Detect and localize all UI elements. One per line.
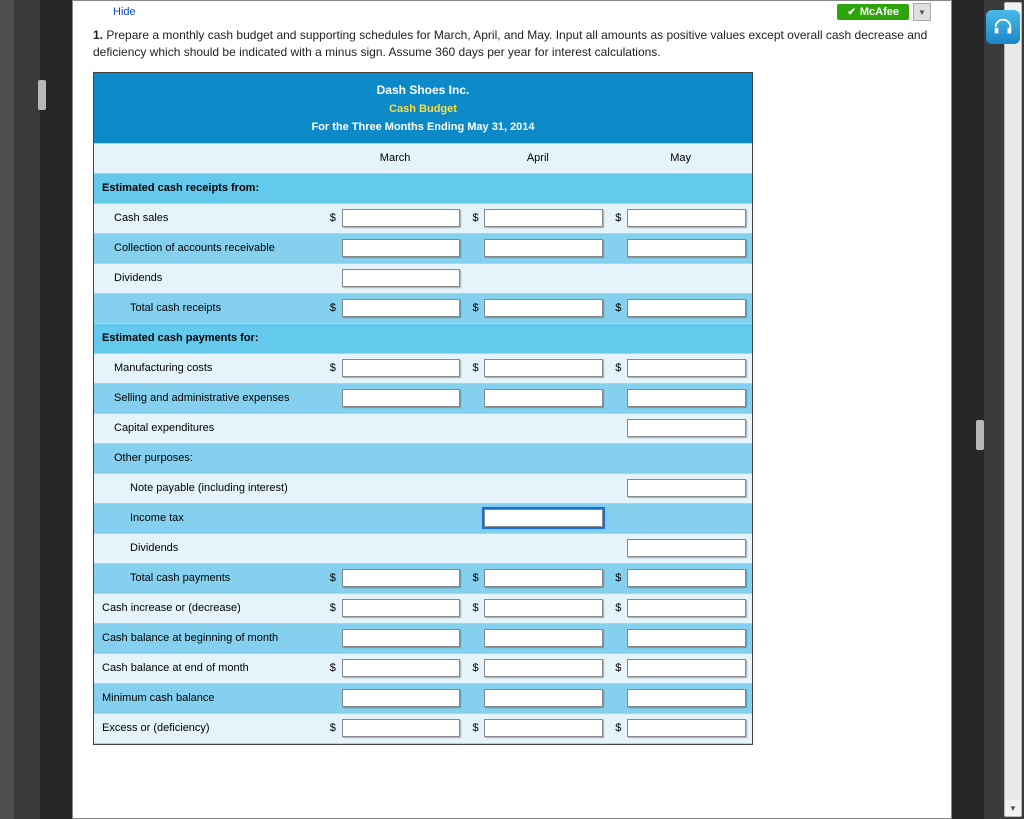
row-collection-ar: Collection of accounts receivable (94, 233, 324, 263)
cash-sales-march-input[interactable] (342, 209, 461, 227)
mfg-may-input[interactable] (627, 359, 746, 377)
begin-april-input[interactable] (484, 629, 603, 647)
row-capex: Capital expenditures (94, 413, 609, 443)
min-may-input[interactable] (627, 689, 746, 707)
row-other-purposes: Other purposes: (94, 443, 752, 473)
end-may-input[interactable] (627, 659, 746, 677)
reader-right-gutter: ▲ ▼ (984, 0, 1024, 819)
incr-may-input[interactable] (627, 599, 746, 617)
row-dividends-in: Dividends (94, 263, 324, 293)
row-mfg-costs: Manufacturing costs (94, 353, 324, 383)
ar-march-input[interactable] (342, 239, 461, 257)
reader-left-handle[interactable] (0, 0, 14, 819)
month-header-march: March (324, 143, 467, 173)
cash-sales-april-input[interactable] (484, 209, 603, 227)
capex-may-input[interactable] (627, 419, 746, 437)
month-header-april: April (466, 143, 609, 173)
section-receipts: Estimated cash receipts from: (94, 173, 752, 203)
min-april-input[interactable] (484, 689, 603, 707)
hide-link[interactable]: Hide (93, 6, 136, 18)
tax-april-input[interactable] (484, 509, 603, 527)
row-sell-admin: Selling and administrative expenses (94, 383, 324, 413)
begin-may-input[interactable] (627, 629, 746, 647)
total-pay-may-input[interactable] (627, 569, 746, 587)
problem-number: 1. (93, 28, 103, 42)
mcafee-dropdown[interactable]: ▼ (913, 3, 931, 21)
cash-sales-may-input[interactable] (627, 209, 746, 227)
scroll-down-arrow-icon[interactable]: ▼ (1005, 800, 1021, 816)
mcafee-label: McAfee (860, 6, 899, 18)
excess-march-input[interactable] (342, 719, 461, 737)
total-pay-march-input[interactable] (342, 569, 461, 587)
document-page: Hide ✔ McAfee ▼ 1. Prepare a monthly cas… (72, 0, 952, 819)
row-note-payable: Note payable (including interest) (94, 473, 609, 503)
shield-icon: ✔ (847, 7, 855, 18)
row-income-tax: Income tax (94, 503, 466, 533)
incr-april-input[interactable] (484, 599, 603, 617)
row-dividends-out: Dividends (94, 533, 609, 563)
problem-text: Prepare a monthly cash budget and suppor… (93, 28, 927, 59)
total-receipts-april-input[interactable] (484, 299, 603, 317)
support-button[interactable] (986, 10, 1020, 44)
mcafee-badge[interactable]: ✔ McAfee (837, 4, 909, 20)
row-cash-sales: Cash sales (94, 203, 324, 233)
report-period: For the Three Months Ending May 31, 2014 (94, 121, 752, 143)
vertical-scrollbar[interactable]: ▲ ▼ (1004, 2, 1022, 817)
headset-icon (992, 16, 1014, 38)
row-bal-end: Cash balance at end of month (94, 653, 324, 683)
sa-april-input[interactable] (484, 389, 603, 407)
row-total-receipts: Total cash receipts (94, 293, 324, 323)
note-may-input[interactable] (627, 479, 746, 497)
ar-may-input[interactable] (627, 239, 746, 257)
incr-march-input[interactable] (342, 599, 461, 617)
end-march-input[interactable] (342, 659, 461, 677)
sa-may-input[interactable] (627, 389, 746, 407)
row-total-payments: Total cash payments (94, 563, 324, 593)
min-march-input[interactable] (342, 689, 461, 707)
page-scroll-tab-right[interactable] (976, 420, 984, 450)
ar-april-input[interactable] (484, 239, 603, 257)
end-april-input[interactable] (484, 659, 603, 677)
excess-may-input[interactable] (627, 719, 746, 737)
mfg-march-input[interactable] (342, 359, 461, 377)
page-scroll-tab-left[interactable] (38, 80, 46, 110)
total-pay-april-input[interactable] (484, 569, 603, 587)
report-title: Cash Budget (94, 103, 752, 121)
row-min-bal: Minimum cash balance (94, 683, 324, 713)
currency-symbol: $ (330, 212, 340, 224)
month-header-may: May (609, 143, 752, 173)
mfg-april-input[interactable] (484, 359, 603, 377)
begin-march-input[interactable] (342, 629, 461, 647)
row-excess: Excess or (deficiency) (94, 713, 324, 743)
div-in-march-input[interactable] (342, 269, 461, 287)
company-name: Dash Shoes Inc. (94, 73, 752, 103)
total-receipts-march-input[interactable] (342, 299, 461, 317)
reader-left-gutter (0, 0, 40, 819)
excess-april-input[interactable] (484, 719, 603, 737)
row-cash-incr: Cash increase or (decrease) (94, 593, 324, 623)
div-out-may-input[interactable] (627, 539, 746, 557)
sa-march-input[interactable] (342, 389, 461, 407)
problem-statement: 1. Prepare a monthly cash budget and sup… (93, 21, 931, 72)
section-payments: Estimated cash payments for: (94, 323, 752, 353)
month-header-blank (94, 143, 324, 173)
row-bal-begin: Cash balance at beginning of month (94, 623, 324, 653)
total-receipts-may-input[interactable] (627, 299, 746, 317)
cash-budget-table: Dash Shoes Inc. Cash Budget For the Thre… (93, 72, 753, 745)
